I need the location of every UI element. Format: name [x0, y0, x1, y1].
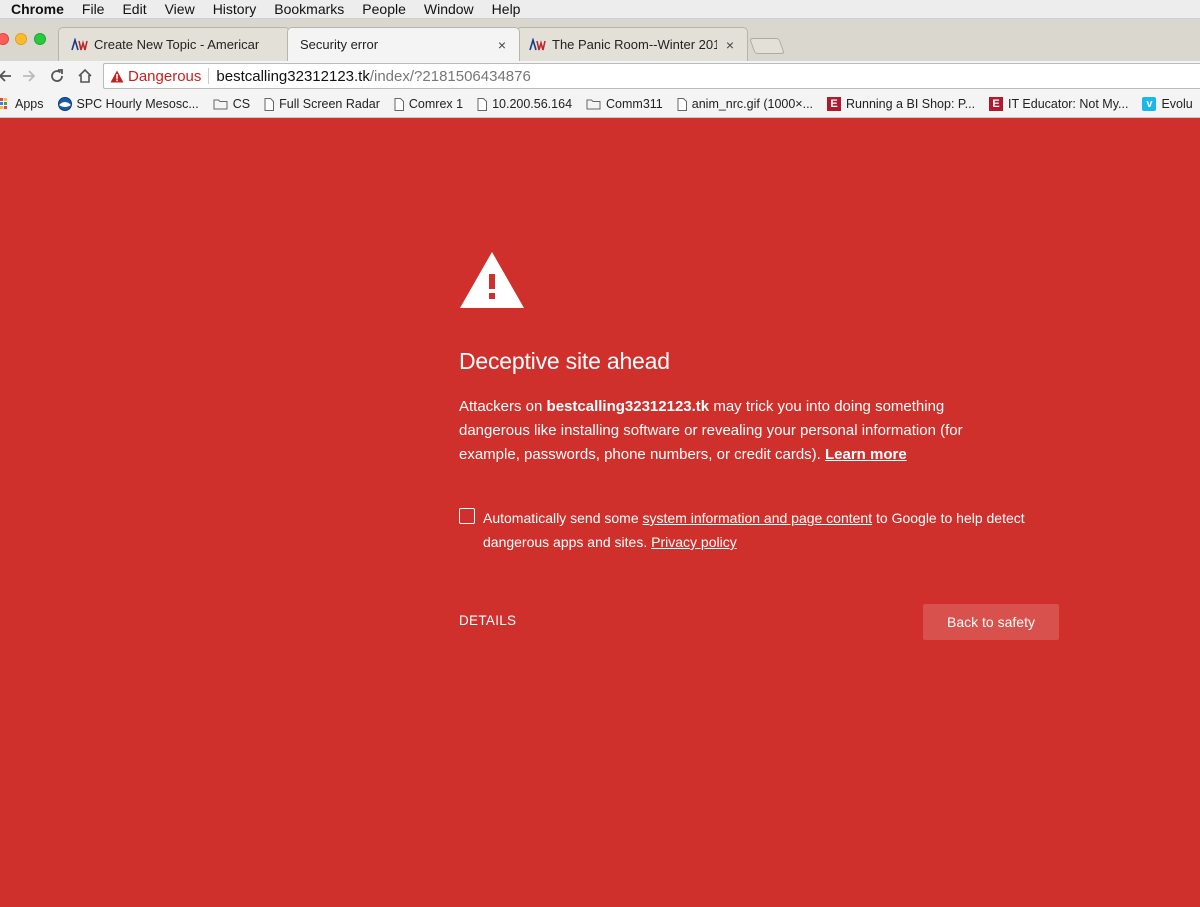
- aw-favicon-icon: [71, 36, 89, 52]
- page-icon: [394, 97, 404, 111]
- back-to-safety-button[interactable]: Back to safety: [923, 604, 1059, 640]
- folder-icon: [586, 98, 601, 110]
- safe-browsing-interstitial: Deceptive site ahead Attackers on bestca…: [0, 119, 1200, 907]
- page-icon: [264, 97, 275, 111]
- new-tab-button[interactable]: [749, 38, 785, 54]
- e-badge-icon: E: [827, 97, 842, 111]
- extended-reporting-optin: Automatically send some system informati…: [459, 506, 1049, 554]
- bookmark-cs-folder[interactable]: CS: [213, 97, 250, 111]
- bookmark-comrex-1[interactable]: Comrex 1: [394, 97, 463, 111]
- apps-grid-icon: [0, 98, 10, 110]
- browser-toolbar: Dangerous bestcalling32312123.tk /index/…: [0, 61, 1200, 91]
- bookmark-anim-nrc[interactable]: anim_nrc.gif (1000×...: [677, 97, 813, 111]
- page-icon: [477, 97, 488, 111]
- tab-title: Security error: [300, 37, 379, 52]
- tab-security-error[interactable]: Security error ×: [287, 27, 520, 61]
- forward-arrow-icon[interactable]: [18, 64, 40, 88]
- bookmark-evolu[interactable]: v Evolu: [1142, 97, 1193, 111]
- bookmark-ip-address[interactable]: 10.200.56.164: [477, 97, 572, 111]
- tab-panic-room[interactable]: The Panic Room--Winter 2017- ×: [516, 27, 748, 61]
- page-icon: [677, 97, 687, 111]
- folder-icon: [213, 98, 228, 110]
- description-host: bestcalling32312123.tk: [546, 398, 710, 415]
- url-path: /index/?2181506434876: [369, 67, 531, 85]
- menu-edit[interactable]: Edit: [113, 0, 155, 19]
- menu-view[interactable]: View: [156, 0, 204, 19]
- e-badge-icon: E: [989, 97, 1004, 111]
- bookmark-label: IT Educator: Not My...: [1008, 97, 1129, 111]
- window-close-button[interactable]: [0, 33, 9, 45]
- bookmark-label: Comm311: [606, 97, 663, 111]
- menu-bookmarks[interactable]: Bookmarks: [265, 0, 353, 19]
- bookmark-it-educator[interactable]: E IT Educator: Not My...: [989, 97, 1128, 111]
- reporting-checkbox[interactable]: [459, 508, 475, 524]
- menu-app-chrome[interactable]: Chrome: [0, 0, 73, 19]
- bookmark-label: anim_nrc.gif (1000×...: [691, 97, 814, 111]
- bookmark-label: Full Screen Radar: [279, 97, 380, 111]
- window-minimize-button[interactable]: [15, 33, 27, 45]
- bookmark-running-bi-shop[interactable]: E Running a BI Shop: P...: [827, 97, 975, 111]
- bookmark-label: Running a BI Shop: P...: [846, 97, 976, 111]
- security-chip[interactable]: Dangerous: [104, 67, 210, 85]
- bookmark-apps[interactable]: Apps: [0, 97, 44, 111]
- menu-people[interactable]: People: [353, 0, 415, 19]
- page-title: Deceptive site ahead: [459, 348, 670, 374]
- system-information-link[interactable]: system information and page content: [643, 510, 873, 526]
- bookmark-label: Evolu: [1161, 97, 1193, 111]
- aw-favicon-icon: [529, 36, 547, 52]
- tab-title: Create New Topic - American W: [94, 37, 259, 52]
- security-label: Dangerous: [128, 67, 202, 85]
- bookmark-full-screen-radar[interactable]: Full Screen Radar: [264, 97, 380, 111]
- bookmark-comm311-folder[interactable]: Comm311: [586, 97, 663, 111]
- noaa-icon: [57, 97, 72, 111]
- bookmark-label: 10.200.56.164: [492, 97, 573, 111]
- learn-more-link[interactable]: Learn more: [825, 446, 907, 463]
- menu-window[interactable]: Window: [415, 0, 483, 19]
- optin-text: Automatically send some system informati…: [459, 506, 1049, 554]
- tab-close-icon[interactable]: ×: [723, 37, 737, 53]
- back-arrow-icon[interactable]: [0, 64, 16, 88]
- warning-description: Attackers on bestcalling32312123.tk may …: [459, 395, 1019, 467]
- bookmark-spc-hourly[interactable]: SPC Hourly Mesosc...: [57, 97, 199, 111]
- menu-help[interactable]: Help: [483, 0, 530, 19]
- bookmark-label: Comrex 1: [408, 97, 464, 111]
- tab-close-icon[interactable]: ×: [495, 37, 509, 53]
- bookmark-label: CS: [232, 97, 251, 111]
- tab-create-new-topic[interactable]: Create New Topic - American W ×: [58, 27, 290, 61]
- details-button[interactable]: DETAILS: [459, 613, 516, 628]
- optin-prefix: Automatically send some: [483, 510, 643, 526]
- home-icon[interactable]: [74, 64, 96, 88]
- warning-triangle-icon: [110, 70, 124, 82]
- bookmark-label: SPC Hourly Mesosc...: [76, 97, 199, 111]
- vimeo-icon: v: [1142, 97, 1157, 111]
- url-host: bestcalling32312123.tk: [216, 67, 370, 85]
- tab-strip: Create New Topic - American W × Security…: [0, 19, 1200, 61]
- privacy-policy-link[interactable]: Privacy policy: [651, 534, 737, 550]
- reload-icon[interactable]: [46, 64, 68, 88]
- description-prefix: Attackers on: [459, 398, 547, 415]
- menu-history[interactable]: History: [204, 0, 266, 19]
- warning-triangle-icon: [459, 251, 525, 314]
- bookmark-label: Apps: [15, 97, 44, 111]
- address-bar[interactable]: Dangerous bestcalling32312123.tk /index/…: [103, 63, 1200, 89]
- tab-title: The Panic Room--Winter 2017-: [552, 37, 717, 52]
- window-zoom-button[interactable]: [34, 33, 46, 45]
- bookmarks-bar: Apps SPC Hourly Mesosc... CS Full Screen…: [0, 91, 1200, 118]
- menu-bar: Chrome File Edit View History Bookmarks …: [0, 0, 1200, 19]
- menu-file[interactable]: File: [73, 0, 114, 19]
